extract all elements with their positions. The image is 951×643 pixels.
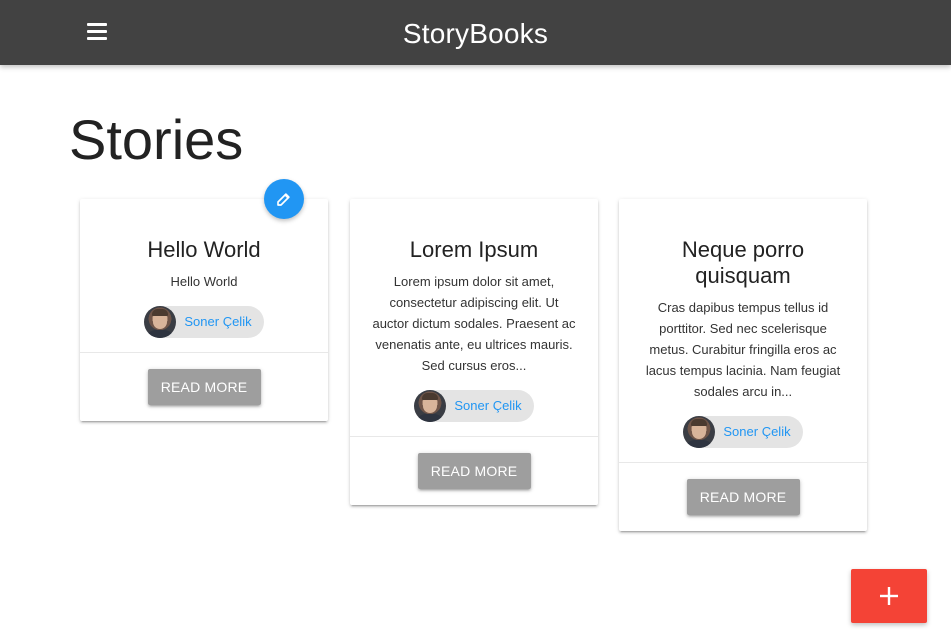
card-content: Neque porro quisquam Cras dapibus tempus… [619, 199, 867, 463]
story-excerpt: Lorem ipsum dolor sit amet, consectetur … [372, 274, 576, 373]
author-chip[interactable]: Soner Çelik [414, 390, 534, 422]
add-icon [880, 587, 898, 605]
story-excerpt: Cras dapibus tempus tellus id porttitor.… [645, 300, 841, 399]
author-name: Soner Çelik [723, 424, 791, 439]
brand-logo[interactable]: StoryBooks [0, 0, 951, 65]
edit-icon [277, 193, 290, 206]
author-name: Soner Çelik [184, 314, 252, 329]
card-action: Read More [80, 353, 328, 421]
author-chip[interactable]: Soner Çelik [683, 416, 803, 448]
story-card: Hello World Hello World Soner Çelik Read… [80, 199, 328, 421]
read-more-button[interactable]: Read More [147, 369, 261, 405]
story-title: Hello World [147, 237, 261, 262]
card-action: Read More [619, 463, 867, 531]
edit-story-button[interactable] [264, 179, 304, 219]
author-name: Soner Çelik [454, 398, 522, 413]
card-action: Read More [350, 437, 598, 505]
add-story-button[interactable] [851, 569, 927, 623]
story-title: Lorem Ipsum [409, 237, 539, 262]
story-title: Neque porro quisquam [681, 237, 805, 288]
card-content: Lorem Ipsum Lorem ipsum dolor sit amet, … [350, 199, 598, 437]
page-title: Stories [69, 108, 244, 171]
story-card: Lorem Ipsum Lorem ipsum dolor sit amet, … [350, 199, 598, 505]
author-avatar [144, 306, 177, 338]
story-card: Neque porro quisquam Cras dapibus tempus… [619, 199, 867, 531]
author-avatar [414, 390, 447, 422]
author-chip[interactable]: Soner Çelik [144, 306, 264, 338]
navbar: StoryBooks [0, 0, 951, 65]
story-excerpt: Hello World [170, 274, 238, 289]
read-more-button[interactable]: Read More [686, 479, 800, 515]
read-more-button[interactable]: Read More [417, 453, 531, 489]
card-content: Hello World Hello World Soner Çelik [80, 199, 328, 353]
author-avatar [683, 416, 716, 448]
